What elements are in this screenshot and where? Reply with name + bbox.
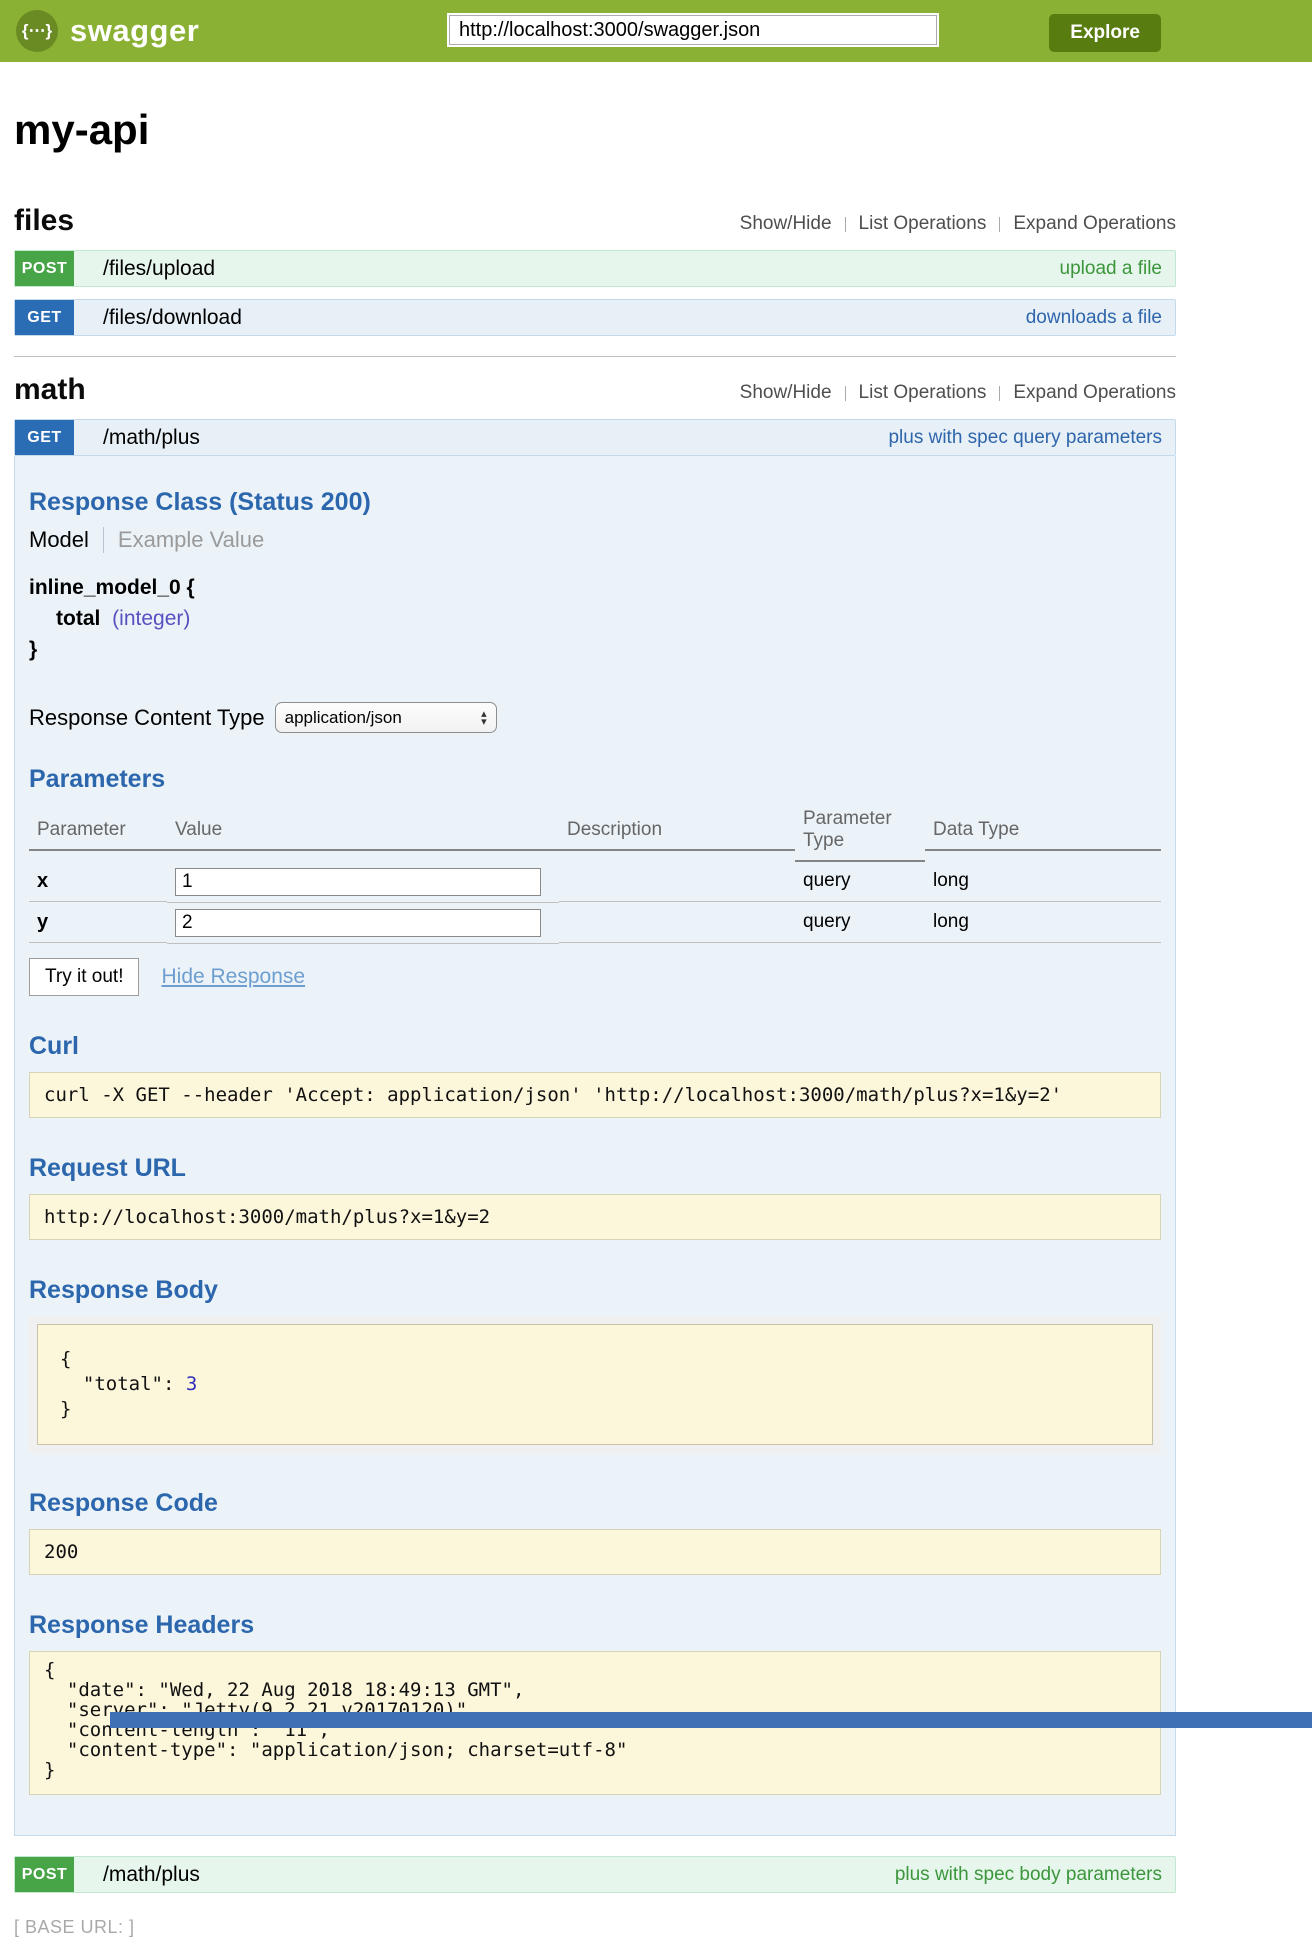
response-body-total-value: 3 (186, 1373, 197, 1395)
swagger-logo-icon: {⋯} (16, 10, 58, 52)
response-code-value: 200 (29, 1529, 1161, 1575)
section-title-math[interactable]: math (14, 373, 86, 407)
curl-heading: Curl (29, 1032, 1161, 1061)
swagger-logo: {⋯} swagger (0, 10, 199, 52)
response-content-type-label: Response Content Type (29, 705, 265, 731)
response-body-suffix: } (60, 1398, 71, 1420)
method-badge-get: GET (15, 300, 74, 335)
bottom-blue-bar (110, 1712, 1312, 1728)
tab-model[interactable]: Model (29, 527, 104, 553)
param-y-input[interactable] (175, 909, 541, 937)
request-url-heading: Request URL (29, 1154, 1161, 1183)
col-parameter: Parameter (29, 813, 167, 851)
endpoint-path-math-plus[interactable]: /math/plus (103, 426, 200, 450)
section-divider (14, 356, 1176, 357)
param-datatype-y: long (925, 905, 1161, 943)
param-value-cell-y (167, 903, 559, 944)
response-class-heading: Response Class (Status 200) (29, 488, 1161, 517)
curl-command: curl -X GET --header 'Accept: applicatio… (29, 1072, 1161, 1118)
response-content-type-row: Response Content Type application/json ▴… (29, 702, 1161, 733)
col-description: Description (559, 813, 795, 851)
model-close-brace: } (29, 637, 1161, 662)
param-datatype-x: long (925, 864, 1161, 902)
response-body-container: { "total": 3 } (29, 1316, 1161, 1453)
endpoint-path-math-plus-post[interactable]: /math/plus (103, 1863, 200, 1887)
param-value-cell-x (167, 862, 559, 903)
param-type-y: query (795, 905, 925, 943)
link-separator (845, 217, 846, 232)
files-expand-operations-link[interactable]: Expand Operations (1013, 213, 1176, 235)
parameters-header-row: Parameter Value Description Parameter Ty… (29, 802, 1161, 862)
parameter-row-x: x query long (29, 862, 1161, 903)
endpoint-summary-files-upload[interactable]: upload a file (1060, 258, 1162, 280)
model-signature: inline_model_0 { total (integer) } (29, 575, 1161, 662)
parameters-table: Parameter Value Description Parameter Ty… (29, 802, 1161, 944)
spec-url-input[interactable] (449, 15, 937, 45)
model-property-type: (integer) (112, 607, 190, 630)
model-open-brace: inline_model_0 { (29, 575, 1161, 600)
method-badge-post: POST (15, 1857, 74, 1892)
base-url-label: [ BASE URL: ] (14, 1917, 1176, 1938)
parameter-row-y: y query long (29, 903, 1161, 944)
method-badge-post: POST (15, 251, 74, 286)
col-parameter-type: Parameter Type (795, 802, 925, 862)
link-separator (845, 386, 846, 401)
param-description-y (559, 905, 795, 943)
col-data-type: Data Type (925, 813, 1161, 851)
math-list-operations-link[interactable]: List Operations (859, 382, 987, 404)
endpoint-row-post-math-plus[interactable]: POST /math/plus plus with spec body para… (14, 1856, 1176, 1893)
response-headers-heading: Response Headers (29, 1611, 1161, 1640)
param-type-x: query (795, 864, 925, 902)
endpoint-summary-math-plus-get[interactable]: plus with spec query parameters (888, 427, 1162, 449)
model-property: total (integer) (29, 606, 1161, 631)
endpoint-path-files-download[interactable]: /files/download (103, 306, 242, 330)
endpoint-row-get-math-plus[interactable]: GET /math/plus plus with spec query para… (14, 419, 1176, 456)
math-section-links: Show/Hide List Operations Expand Operati… (740, 382, 1176, 407)
section-title-files[interactable]: files (14, 204, 74, 238)
selected-content-type: application/json (285, 708, 402, 728)
request-url-value: http://localhost:3000/math/plus?x=1&y=2 (29, 1194, 1161, 1240)
main-content: my-api files Show/Hide List Operations E… (14, 106, 1176, 1938)
param-name-y: y (29, 905, 167, 943)
actions-row: Try it out! Hide Response (29, 958, 1161, 996)
brand-name: swagger (70, 13, 199, 49)
select-arrows-icon: ▴▾ (481, 710, 487, 726)
method-badge-get: GET (15, 420, 74, 455)
top-bar: {⋯} swagger Explore (0, 0, 1312, 62)
files-section-links: Show/Hide List Operations Expand Operati… (740, 213, 1176, 238)
operation-detail-panel: Response Class (Status 200) Model Exampl… (14, 456, 1176, 1836)
files-show-hide-link[interactable]: Show/Hide (740, 213, 832, 235)
endpoint-row-post-files-upload[interactable]: POST /files/upload upload a file (14, 250, 1176, 287)
parameters-heading: Parameters (29, 765, 1161, 794)
files-list-operations-link[interactable]: List Operations (859, 213, 987, 235)
col-value: Value (167, 813, 559, 851)
endpoint-path-files-upload[interactable]: /files/upload (103, 257, 215, 281)
page-title: my-api (14, 106, 1176, 154)
link-separator (999, 386, 1000, 401)
hide-response-link[interactable]: Hide Response (161, 965, 305, 989)
spec-url-wrapper (447, 13, 939, 47)
param-x-input[interactable] (175, 868, 541, 896)
endpoint-row-get-files-download[interactable]: GET /files/download downloads a file (14, 299, 1176, 336)
response-code-heading: Response Code (29, 1489, 1161, 1518)
model-property-name: total (56, 607, 100, 630)
math-show-hide-link[interactable]: Show/Hide (740, 382, 832, 404)
endpoint-summary-files-download[interactable]: downloads a file (1026, 307, 1162, 329)
response-content-type-select[interactable]: application/json ▴▾ (275, 702, 497, 733)
files-section-header: files Show/Hide List Operations Expand O… (14, 204, 1176, 238)
math-expand-operations-link[interactable]: Expand Operations (1013, 382, 1176, 404)
math-section-header: math Show/Hide List Operations Expand Op… (14, 373, 1176, 407)
try-it-out-button[interactable]: Try it out! (29, 958, 139, 996)
explore-button[interactable]: Explore (1049, 14, 1161, 52)
param-description-x (559, 864, 795, 902)
response-body-json: { "total": 3 } (37, 1324, 1153, 1445)
link-separator (999, 217, 1000, 232)
model-tabs: Model Example Value (29, 527, 1161, 553)
response-body-heading: Response Body (29, 1276, 1161, 1305)
response-body-prefix: { "total": (60, 1348, 186, 1395)
tab-example-value[interactable]: Example Value (104, 527, 264, 553)
endpoint-summary-math-plus-post[interactable]: plus with spec body parameters (895, 1864, 1162, 1886)
param-name-x: x (29, 864, 167, 902)
